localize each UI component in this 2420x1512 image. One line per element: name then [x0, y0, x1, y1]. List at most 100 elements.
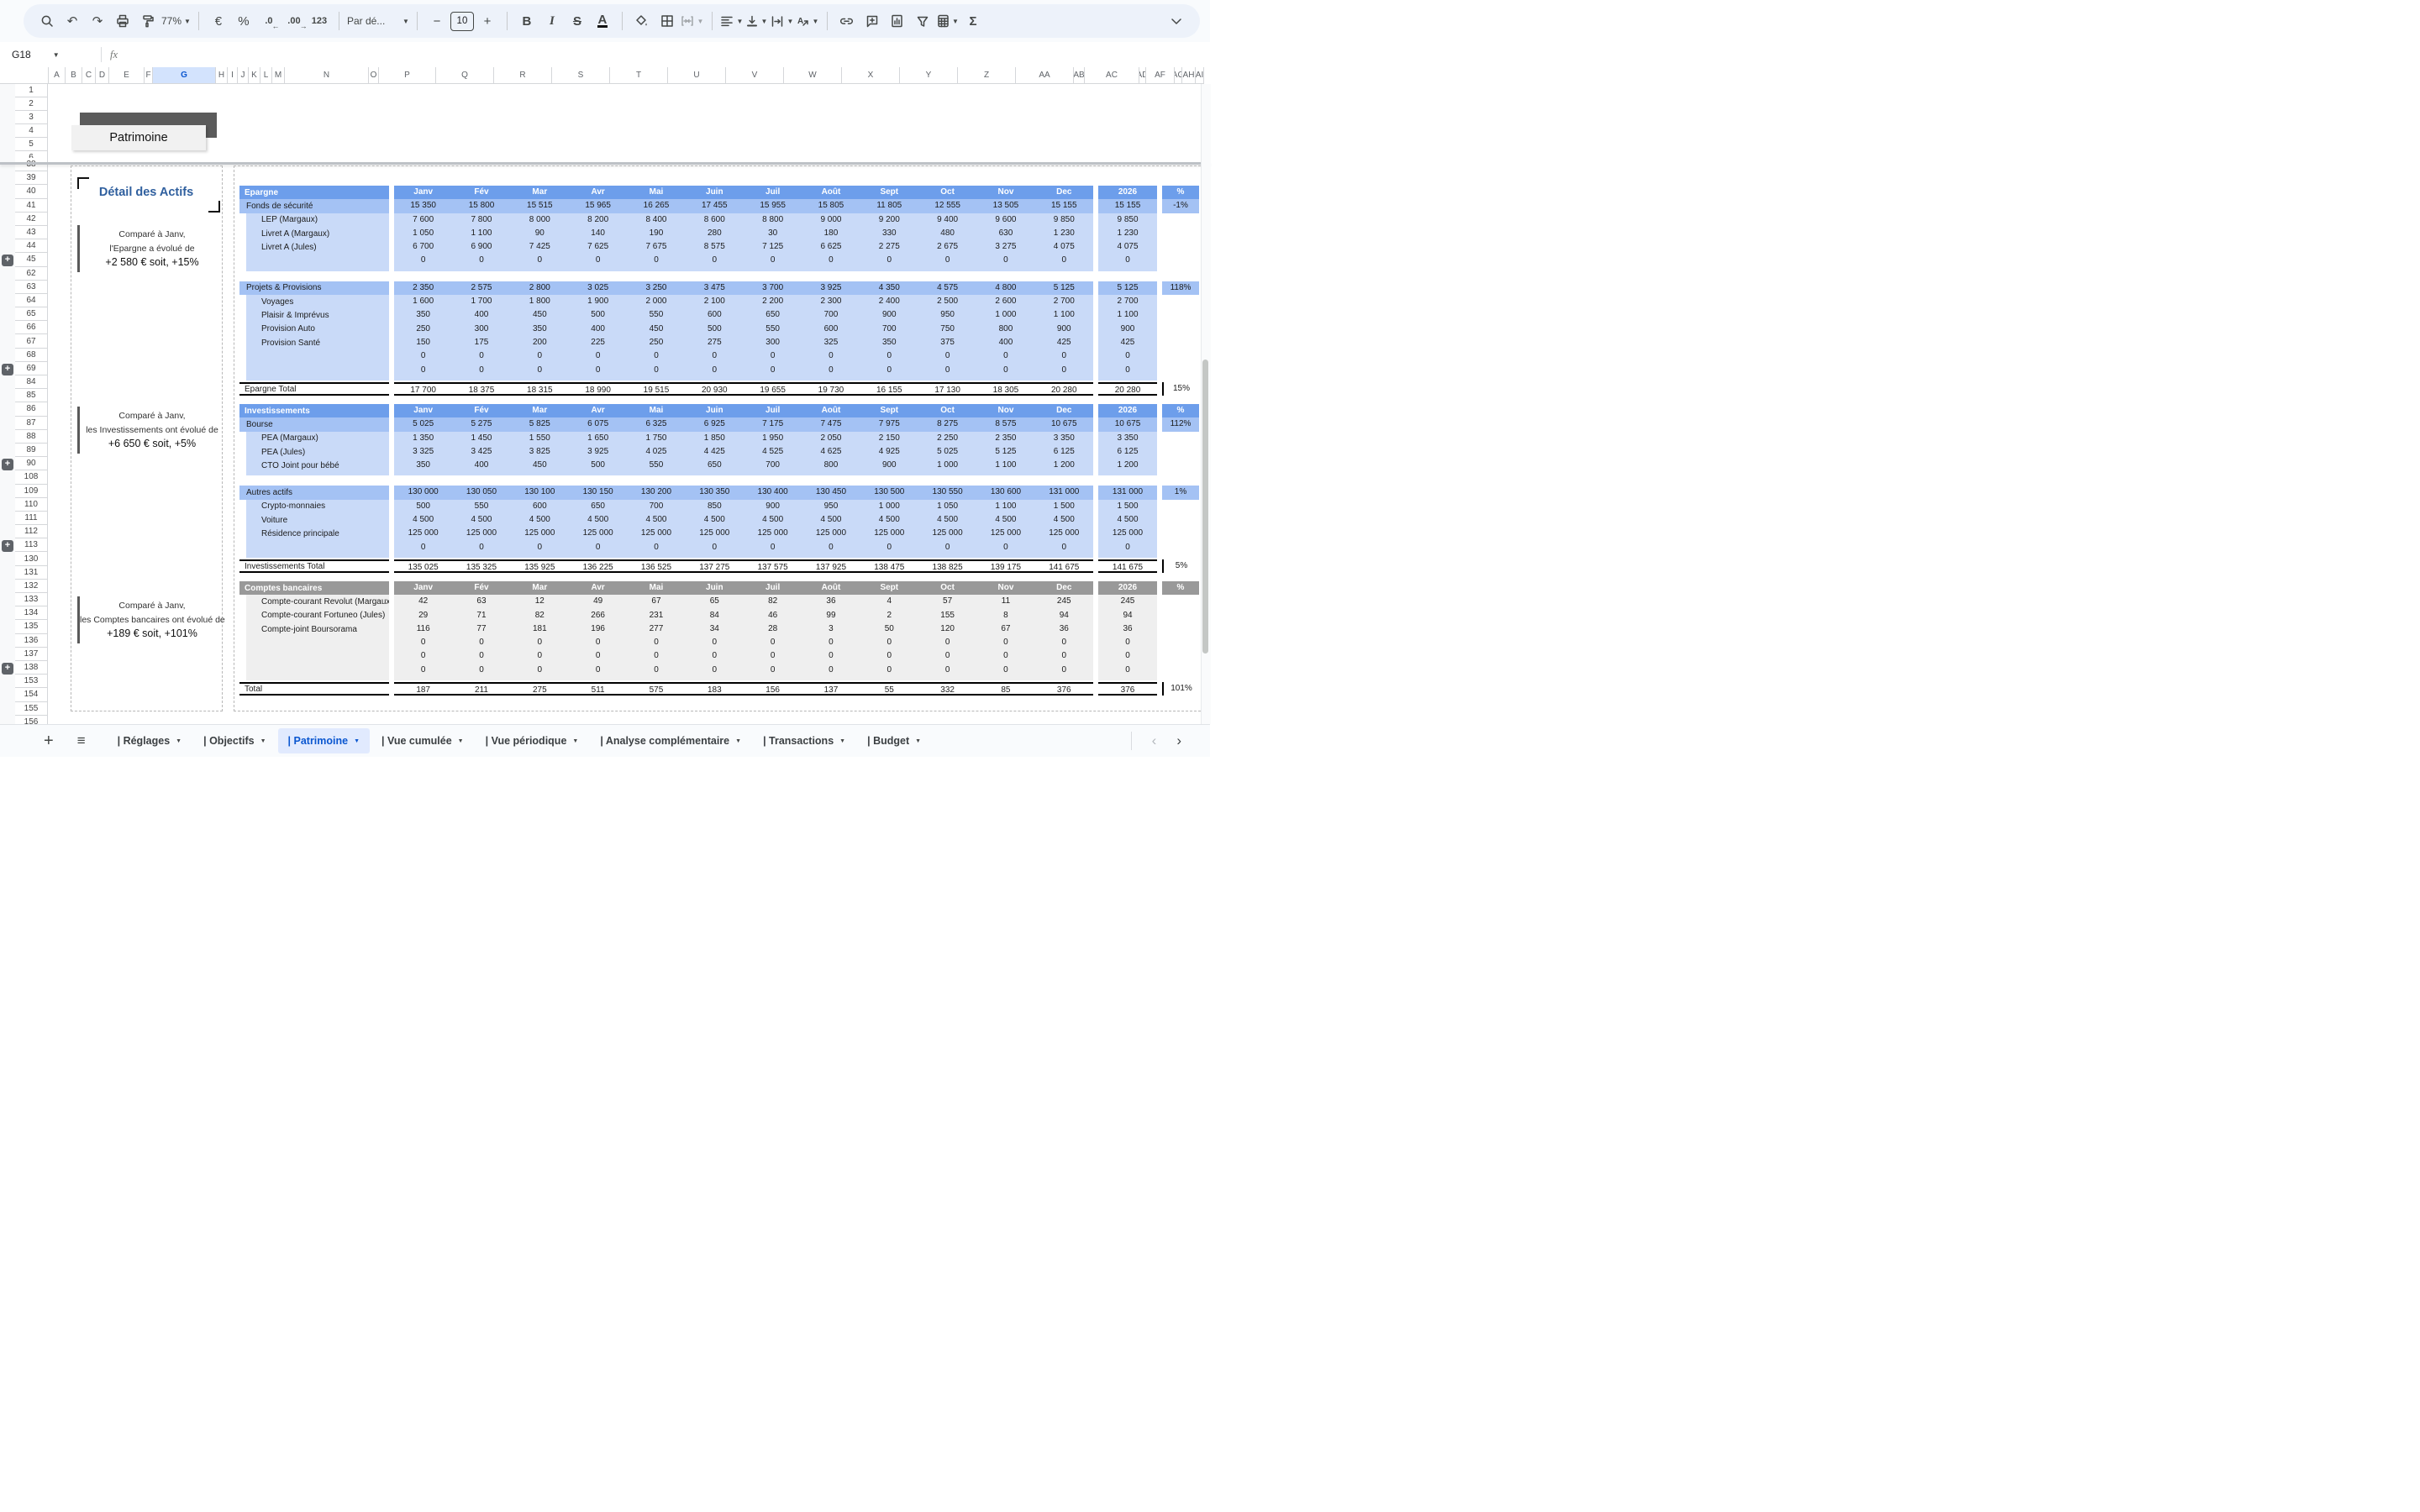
value-cell[interactable]: 277	[627, 622, 685, 636]
functions-button[interactable]: Σ	[961, 9, 985, 33]
column-header[interactable]: A	[49, 67, 66, 84]
year-total-cell[interactable]: 131 000	[1098, 486, 1157, 500]
number-format-button[interactable]: 123	[308, 9, 331, 33]
value-cell[interactable]: 500	[569, 459, 627, 472]
vertical-align-button[interactable]: ▼	[745, 9, 769, 33]
value-cell[interactable]: 0	[744, 636, 802, 649]
value-cell[interactable]: 0	[802, 364, 860, 377]
value-cell[interactable]: 1 950	[744, 432, 802, 445]
value-cell[interactable]: 82	[511, 609, 569, 622]
value-cell[interactable]: 7 175	[744, 417, 802, 431]
value-cell[interactable]: 600	[802, 323, 860, 336]
value-cell[interactable]: 141 675	[1035, 561, 1093, 572]
zoom-select[interactable]: 77% ▼	[161, 9, 191, 33]
value-cell[interactable]: 3 425	[452, 445, 510, 459]
value-cell[interactable]: 1 750	[627, 432, 685, 445]
value-cell[interactable]: 1 200	[1035, 459, 1093, 472]
value-cell[interactable]: 630	[976, 227, 1034, 240]
percent-cell[interactable]	[1162, 513, 1199, 527]
row-label-cell[interactable]: Compte-courant Revolut (Margaux)	[239, 595, 389, 609]
row-header[interactable]: 137	[15, 647, 48, 661]
row-header[interactable]: 109	[15, 484, 48, 498]
value-cell[interactable]: 400	[976, 336, 1034, 349]
value-cell[interactable]: 71	[452, 609, 510, 622]
column-header[interactable]: W	[784, 67, 842, 84]
percent-cell[interactable]	[1162, 336, 1199, 349]
column-header[interactable]: AB	[1074, 67, 1085, 84]
value-cell[interactable]	[452, 554, 510, 558]
value-cell[interactable]: 600	[686, 308, 744, 322]
value-cell[interactable]: 4 350	[860, 281, 918, 295]
value-cell[interactable]: 0	[452, 254, 510, 267]
value-cell[interactable]: Nov	[976, 186, 1034, 199]
value-cell[interactable]: 0	[860, 636, 918, 649]
percent-cell[interactable]	[1162, 636, 1199, 649]
value-cell[interactable]: 11 805	[860, 199, 918, 213]
value-cell[interactable]: 5 125	[1035, 281, 1093, 295]
column-header[interactable]: R	[494, 67, 552, 84]
scroll-tabs-left-button[interactable]: ‹	[1152, 732, 1157, 749]
value-cell[interactable]: 90	[511, 227, 569, 240]
row-label-cell[interactable]: Compte-courant Fortuneo (Jules)	[239, 608, 389, 622]
value-cell[interactable]: 30	[744, 227, 802, 240]
value-cell[interactable]: 29	[394, 609, 452, 622]
value-cell[interactable]: 0	[860, 364, 918, 377]
value-cell[interactable]	[1035, 268, 1093, 271]
value-cell[interactable]: 0	[1035, 349, 1093, 363]
value-cell[interactable]: 140	[569, 227, 627, 240]
value-cell[interactable]: Avr	[569, 404, 627, 417]
year-total-cell[interactable]: 4 075	[1098, 240, 1157, 255]
percent-cell[interactable]	[1162, 677, 1199, 680]
value-cell[interactable]: 125 000	[627, 527, 685, 540]
value-cell[interactable]: 190	[627, 227, 685, 240]
value-cell[interactable]: 0	[744, 649, 802, 663]
value-cell[interactable]: 1 350	[394, 432, 452, 445]
value-cell[interactable]: 0	[686, 649, 744, 663]
row-label-cell[interactable]: Epargne Total	[239, 381, 389, 396]
year-total-cell[interactable]: 2026	[1098, 581, 1157, 596]
row-label-cell[interactable]: Fonds de sécurité	[239, 199, 389, 213]
value-cell[interactable]: 0	[802, 349, 860, 363]
value-cell[interactable]: 0	[744, 541, 802, 554]
row-label-cell[interactable]	[239, 649, 389, 664]
value-cell[interactable]	[686, 554, 744, 558]
value-cell[interactable]: 16 155	[860, 384, 918, 395]
column-header[interactable]: M	[272, 67, 285, 84]
percent-cell[interactable]	[1162, 500, 1199, 513]
row-header[interactable]: 65	[15, 307, 48, 322]
value-cell[interactable]: 0	[744, 254, 802, 267]
value-cell[interactable]: 20 930	[686, 384, 744, 395]
year-total-cell[interactable]: 5 125	[1098, 281, 1157, 296]
value-cell[interactable]	[511, 677, 569, 680]
percent-cell[interactable]	[1162, 227, 1199, 240]
note-epargne[interactable]: Comparé à Janv, l'Epargne a évolué de +2…	[77, 225, 224, 272]
value-cell[interactable]: 0	[802, 541, 860, 554]
row-label-cell[interactable]: Voyages	[239, 295, 389, 309]
value-cell[interactable]: 130 400	[744, 486, 802, 499]
column-header[interactable]: H	[216, 67, 228, 84]
value-cell[interactable]	[976, 677, 1034, 680]
value-cell[interactable]: 4 500	[511, 513, 569, 527]
value-cell[interactable]	[452, 677, 510, 680]
value-cell[interactable]: 2 675	[918, 240, 976, 254]
row-header[interactable]: 44	[15, 239, 48, 254]
row-label-cell[interactable]: Autres actifs	[239, 486, 389, 500]
row-header[interactable]: 108	[15, 470, 48, 485]
value-cell[interactable]: 125 000	[452, 527, 510, 540]
value-cell[interactable]: 800	[976, 323, 1034, 336]
value-cell[interactable]: 15 515	[511, 199, 569, 213]
value-cell[interactable]: 500	[569, 308, 627, 322]
value-cell[interactable]	[976, 554, 1034, 558]
value-cell[interactable]: 130 100	[511, 486, 569, 499]
value-cell[interactable]: Avr	[569, 186, 627, 199]
column-header[interactable]: AG	[1175, 67, 1182, 84]
value-cell[interactable]: 0	[569, 649, 627, 663]
value-cell[interactable]: Oct	[918, 581, 976, 595]
percent-cell[interactable]	[1162, 459, 1199, 472]
value-cell[interactable]: 250	[394, 323, 452, 336]
row-label-cell[interactable]	[239, 376, 389, 381]
year-total-cell[interactable]: 0	[1098, 636, 1157, 650]
value-cell[interactable]	[511, 377, 569, 381]
value-cell[interactable]: 49	[569, 595, 627, 608]
value-cell[interactable]: 15 955	[744, 199, 802, 213]
